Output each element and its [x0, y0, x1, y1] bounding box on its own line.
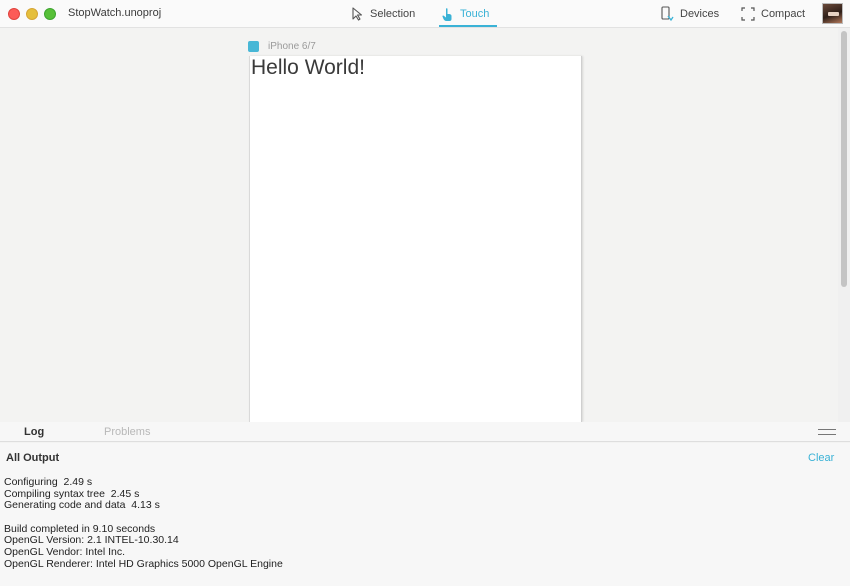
clear-button[interactable]: Clear — [808, 452, 834, 464]
selection-label: Selection — [370, 8, 416, 20]
tab-problems[interactable]: Problems — [104, 426, 150, 438]
device-phone-icon — [660, 6, 674, 22]
compact-button[interactable]: Compact — [741, 0, 805, 28]
panel-menu-icon[interactable] — [818, 429, 836, 435]
log-output: Configuring 2.49 s Compiling syntax tree… — [4, 476, 283, 571]
panel-tabs: Log Problems — [0, 422, 850, 442]
zoom-window-button[interactable] — [44, 8, 56, 20]
app-hello-text: Hello World! — [251, 56, 365, 79]
compact-label: Compact — [761, 8, 806, 20]
device-label: iPhone 6/7 — [248, 40, 316, 52]
close-window-button[interactable] — [8, 8, 20, 20]
output-title: All Output — [6, 452, 60, 464]
minimize-window-button[interactable] — [26, 8, 38, 20]
touch-label: Touch — [460, 8, 490, 20]
window-title: StopWatch.unoproj — [68, 7, 162, 19]
device-color-icon — [248, 40, 259, 52]
touch-hand-icon — [440, 7, 454, 21]
title-bar: StopWatch.unoproj Selection Touch Device… — [0, 0, 850, 28]
cursor-arrow-icon — [350, 7, 364, 21]
device-screen[interactable]: Hello World! — [249, 56, 582, 422]
preview-scrollbar-thumb[interactable] — [841, 31, 847, 287]
selection-mode-button[interactable]: Selection — [350, 0, 415, 28]
active-mode-indicator — [439, 25, 497, 27]
user-avatar[interactable] — [822, 3, 843, 24]
log-line: Configuring 2.49 s — [4, 476, 93, 488]
log-line: OpenGL Renderer: Intel HD Graphics 5000 … — [4, 557, 283, 570]
devices-button[interactable]: Devices — [660, 0, 719, 28]
devices-label: Devices — [680, 8, 720, 20]
compact-frame-icon — [741, 7, 755, 21]
log-line: Generating code and data 4.13 s — [4, 499, 160, 512]
output-panel: All Output Clear Configuring 2.49 s Comp… — [0, 443, 850, 586]
tab-log[interactable]: Log — [24, 426, 44, 438]
touch-mode-button[interactable]: Touch — [440, 0, 489, 28]
device-name: iPhone 6/7 — [268, 40, 316, 52]
